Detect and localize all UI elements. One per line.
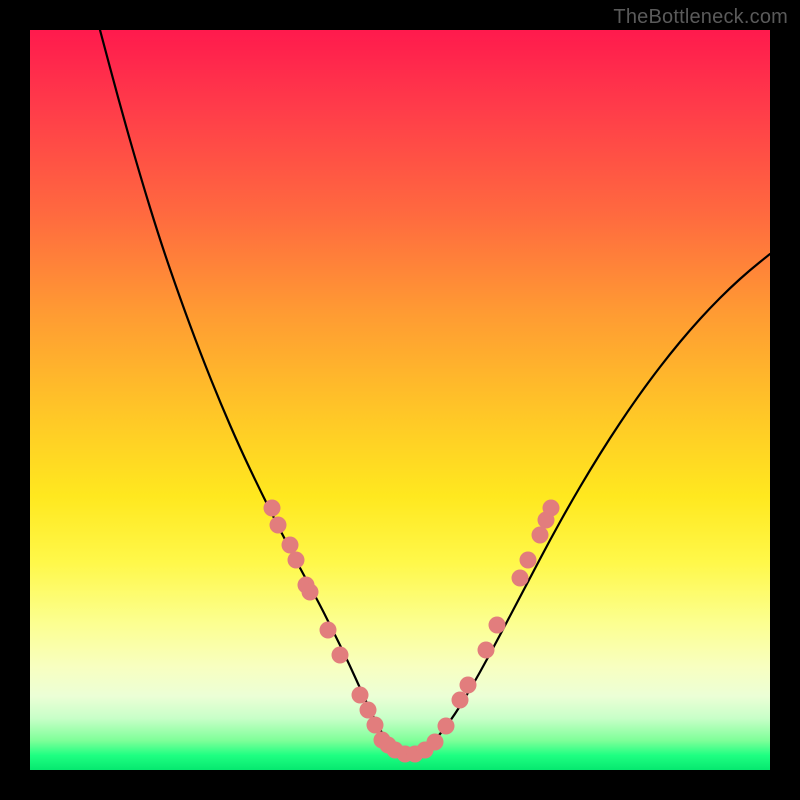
chart-frame: TheBottleneck.com xyxy=(0,0,800,800)
curve-dots-group xyxy=(264,500,560,763)
bottleneck-curve xyxy=(100,30,770,756)
curve-dot xyxy=(438,718,455,735)
chart-overlay xyxy=(30,30,770,770)
curve-dot xyxy=(270,517,287,534)
curve-dot xyxy=(302,584,319,601)
curve-dot xyxy=(352,687,369,704)
curve-dot xyxy=(288,552,305,569)
curve-dot xyxy=(332,647,349,664)
curve-dot xyxy=(532,527,549,544)
curve-dot xyxy=(264,500,281,517)
curve-dot xyxy=(543,500,560,517)
curve-dot xyxy=(360,702,377,719)
curve-dot xyxy=(427,734,444,751)
curve-dot xyxy=(282,537,299,554)
curve-dot xyxy=(478,642,495,659)
curve-dot xyxy=(460,677,477,694)
curve-dot xyxy=(320,622,337,639)
curve-dot xyxy=(452,692,469,709)
curve-dot xyxy=(512,570,529,587)
plot-area xyxy=(30,30,770,770)
curve-dot xyxy=(489,617,506,634)
watermark-text: TheBottleneck.com xyxy=(613,6,788,29)
curve-dot xyxy=(520,552,537,569)
curve-dot xyxy=(367,717,384,734)
